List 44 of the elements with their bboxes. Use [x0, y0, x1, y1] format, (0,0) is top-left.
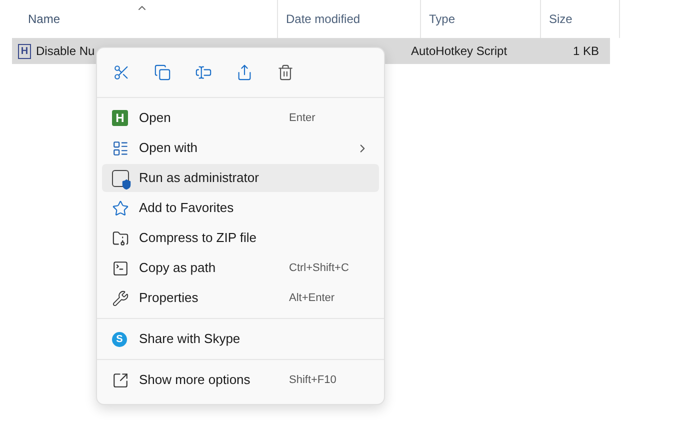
menu-item[interactable]: H Open Enter: [102, 104, 379, 132]
shortcut-label: Alt+Enter: [289, 290, 336, 306]
menu-item[interactable]: Compress to ZIP file: [102, 224, 379, 252]
rename-icon[interactable]: [195, 64, 212, 81]
menu-item-label: Open with: [139, 139, 199, 158]
skype-icon: S: [112, 332, 127, 346]
menu-item-label: Properties: [139, 289, 200, 308]
column-header[interactable]: Date modified: [286, 10, 360, 28]
star-icon: [112, 200, 129, 216]
menu-item[interactable]: Run as administrator: [102, 164, 379, 192]
menu-item[interactable]: Open with: [102, 134, 379, 162]
file-icon: H: [18, 44, 31, 58]
column-header[interactable]: Size: [549, 10, 572, 28]
menu-item[interactable]: S Share with Skype: [102, 325, 379, 353]
path-icon: [112, 260, 129, 276]
menu-item[interactable]: Show more options Shift+F10: [102, 366, 379, 394]
app-list-icon: [112, 140, 129, 156]
file-size: 1 KB: [572, 43, 599, 60]
menu-item[interactable]: Add to Favorites: [102, 194, 379, 222]
wrench-icon: [112, 290, 129, 306]
copy-icon[interactable]: [154, 64, 171, 81]
shortcut-label: Ctrl+Shift+C: [289, 260, 350, 276]
menu-item-label: Share with Skype: [139, 330, 242, 348]
menu-item[interactable]: Properties Alt+Enter: [102, 284, 379, 312]
shield-window-icon: [112, 170, 129, 186]
menu-item-label: Compress to ZIP file: [139, 229, 258, 248]
menu-item-label: Open: [139, 109, 172, 128]
menu-item-label: Add to Favorites: [139, 199, 235, 218]
menu-item-label: Copy as path: [139, 259, 217, 278]
expand-icon: [112, 372, 129, 388]
column-header[interactable]: Type: [429, 10, 456, 28]
shortcut-label: Enter: [289, 110, 316, 126]
script-icon: H: [112, 110, 128, 126]
delete-icon[interactable]: [277, 64, 294, 81]
file-type: AutoHotkey Script: [411, 43, 508, 60]
shortcut-label: Shift+F10: [289, 372, 338, 388]
file-name: Disable Nu: [36, 43, 96, 60]
column-header[interactable]: Name: [28, 10, 60, 28]
menu-item[interactable]: Copy as path Ctrl+Shift+C: [102, 254, 379, 282]
menu-item-label: Run as administrator: [139, 169, 260, 188]
share-icon[interactable]: [236, 64, 253, 81]
menu-item-label: Show more options: [139, 371, 252, 390]
zip-folder-icon: [112, 230, 129, 246]
cut-icon[interactable]: [113, 64, 130, 81]
